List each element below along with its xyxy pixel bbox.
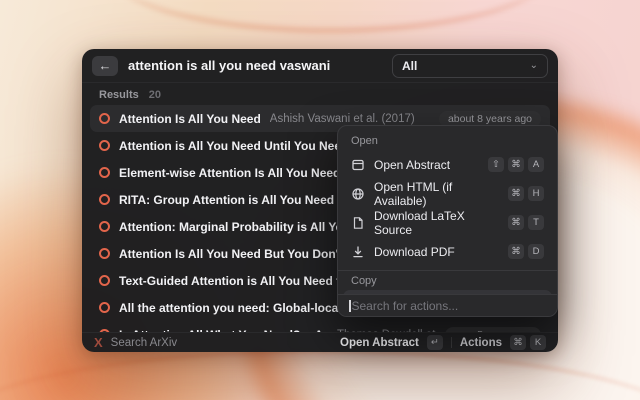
paper-title: Element-wise Attention Is All You Need <box>119 166 340 180</box>
t-key-icon: T <box>528 215 544 230</box>
actions-search-bar[interactable] <box>338 294 557 316</box>
paper-title: Attention Is All You Need <box>119 112 261 126</box>
text-caret <box>349 300 351 312</box>
actions-panel: Open Open Abstract ⇧ ⌘ A Open HTML (if A… <box>337 125 558 317</box>
menu-item-label: Open Abstract <box>374 158 450 172</box>
a-key-icon: A <box>528 157 544 172</box>
dropdown-value: All <box>402 59 417 73</box>
paper-icon <box>99 113 110 124</box>
paper-icon <box>99 248 110 259</box>
menu-item-label: Open HTML (if Available) <box>374 180 499 208</box>
menu-item-download-latex[interactable]: Download LaTeX Source ⌘ T <box>343 208 552 237</box>
results-section-header: Results 20 <box>82 83 558 105</box>
menu-item-label: Download LaTeX Source <box>374 209 499 237</box>
browser-window-icon <box>351 158 365 172</box>
paper-icon <box>99 167 110 178</box>
paper-author: Ashish Vaswani et al. (2017) <box>270 113 415 125</box>
primary-action-button[interactable]: Open Abstract <box>340 337 419 349</box>
k-key-icon: K <box>530 335 546 350</box>
globe-icon <box>351 187 365 201</box>
paper-icon <box>99 302 110 313</box>
paper-icon <box>99 140 110 151</box>
menu-item-label: Download PDF <box>374 245 455 259</box>
menu-item-open-html[interactable]: Open HTML (if Available) ⌘ H <box>343 179 552 208</box>
results-label: Results <box>99 89 139 101</box>
cmd-key-icon: ⌘ <box>508 244 524 259</box>
actions-search-input[interactable] <box>352 299 547 313</box>
paper-icon <box>99 275 110 286</box>
cmd-key-icon: ⌘ <box>510 335 526 350</box>
d-key-icon: D <box>528 244 544 259</box>
back-button[interactable]: ← <box>92 56 118 76</box>
menu-section-open: Open <box>343 131 552 150</box>
h-key-icon: H <box>528 186 544 201</box>
document-icon <box>351 216 365 230</box>
results-count: 20 <box>149 89 161 101</box>
back-arrow-icon: ← <box>99 59 112 72</box>
wallpaper-wave-top <box>110 0 550 32</box>
cmd-key-icon: ⌘ <box>508 157 524 172</box>
search-input[interactable]: attention is all you need vaswani <box>128 58 382 73</box>
category-filter-dropdown[interactable]: All ⌄ <box>392 54 548 78</box>
cmd-key-icon: ⌘ <box>508 215 524 230</box>
search-header: ← attention is all you need vaswani All … <box>82 49 558 83</box>
chevron-down-icon: ⌄ <box>530 60 538 71</box>
menu-item-download-pdf[interactable]: Download PDF ⌘ D <box>343 237 552 266</box>
extension-name: Search ArXiv <box>111 337 177 349</box>
cmd-key-icon: ⌘ <box>508 186 524 201</box>
return-key-icon: ↵ <box>427 335 443 350</box>
arxiv-logo-icon: X <box>94 336 103 349</box>
status-bar: X Search ArXiv Open Abstract ↵ Actions ⌘… <box>82 332 558 352</box>
footer-divider <box>451 337 452 348</box>
menu-section-copy: Copy <box>343 271 552 290</box>
download-icon <box>351 245 365 259</box>
result-row[interactable]: Is Attention All What You Need? -- An Em… <box>90 321 550 332</box>
paper-icon <box>99 194 110 205</box>
shift-key-icon: ⇧ <box>488 157 504 172</box>
actions-button[interactable]: Actions <box>460 337 502 349</box>
menu-item-open-abstract[interactable]: Open Abstract ⇧ ⌘ A <box>343 150 552 179</box>
paper-icon <box>99 221 110 232</box>
